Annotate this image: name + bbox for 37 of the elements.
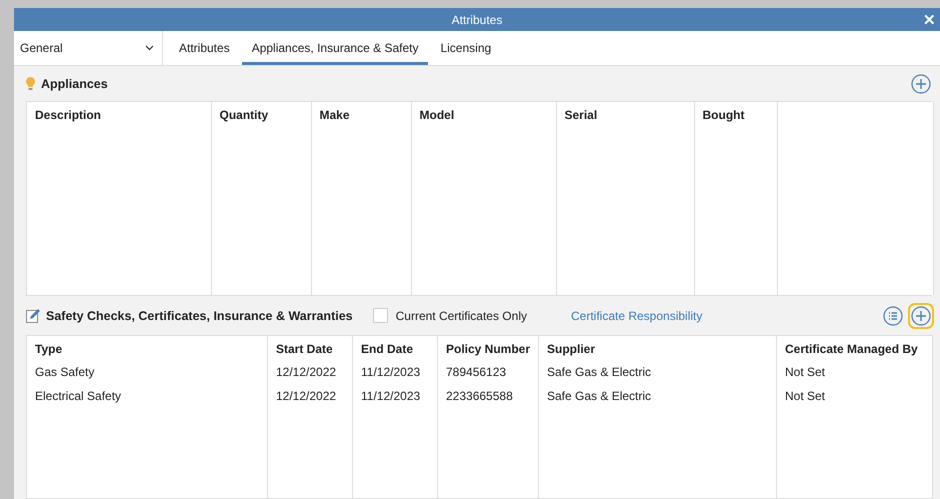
table-cell: 12/12/2022: [268, 384, 352, 408]
column-header: End Date: [352, 336, 438, 360]
lightbulb-icon: [26, 76, 35, 91]
column-header: Serial: [556, 102, 694, 128]
column-header: Certificate Managed By: [776, 336, 932, 360]
column-header: Bought: [694, 102, 777, 128]
column-header: Model: [411, 102, 556, 128]
table-cell: Not Set: [776, 384, 932, 408]
tab[interactable]: Licensing: [430, 31, 502, 66]
column-header: Policy Number: [438, 336, 538, 360]
table-cell: 11/12/2023: [352, 360, 438, 384]
column-header: Type: [26, 336, 268, 360]
column-header: Make: [311, 102, 411, 128]
tab[interactable]: Attributes: [169, 31, 240, 66]
table-cell: Gas Safety: [26, 360, 268, 384]
window-title: Attributes: [452, 12, 502, 27]
column-header: Description: [27, 102, 211, 128]
add-button[interactable]: [908, 302, 934, 329]
table-cell: Not Set: [776, 360, 932, 384]
chevron-icon: [145, 45, 154, 52]
certificate-responsibility-link[interactable]: Certificate Responsibility: [570, 308, 702, 323]
pencil-note-icon: [26, 308, 40, 323]
section-title: Safety Checks, Certificates, Insurance & Warranties: [46, 308, 353, 323]
table-cell: Safe Gas & Electric: [538, 384, 776, 408]
close-button[interactable]: ✕: [921, 11, 938, 29]
current-certificates-checkbox[interactable]: Current Certificates Only: [372, 308, 527, 324]
table-cell: Safe Gas & Electric: [538, 360, 776, 384]
table-cell: 11/12/2023: [352, 384, 438, 408]
column-header: Quantity: [211, 102, 311, 128]
table-cell: 12/12/2022: [268, 360, 352, 384]
column-header: Start Date: [268, 336, 352, 360]
table-cell: 789456123: [438, 360, 538, 384]
tab[interactable]: Appliances, Insurance & Safety: [242, 31, 428, 66]
section-title: Appliances: [41, 76, 108, 91]
table-cell: Electrical Safety: [26, 384, 268, 408]
column-header: Supplier: [538, 336, 776, 360]
table-cell: 2233665588: [438, 384, 538, 408]
